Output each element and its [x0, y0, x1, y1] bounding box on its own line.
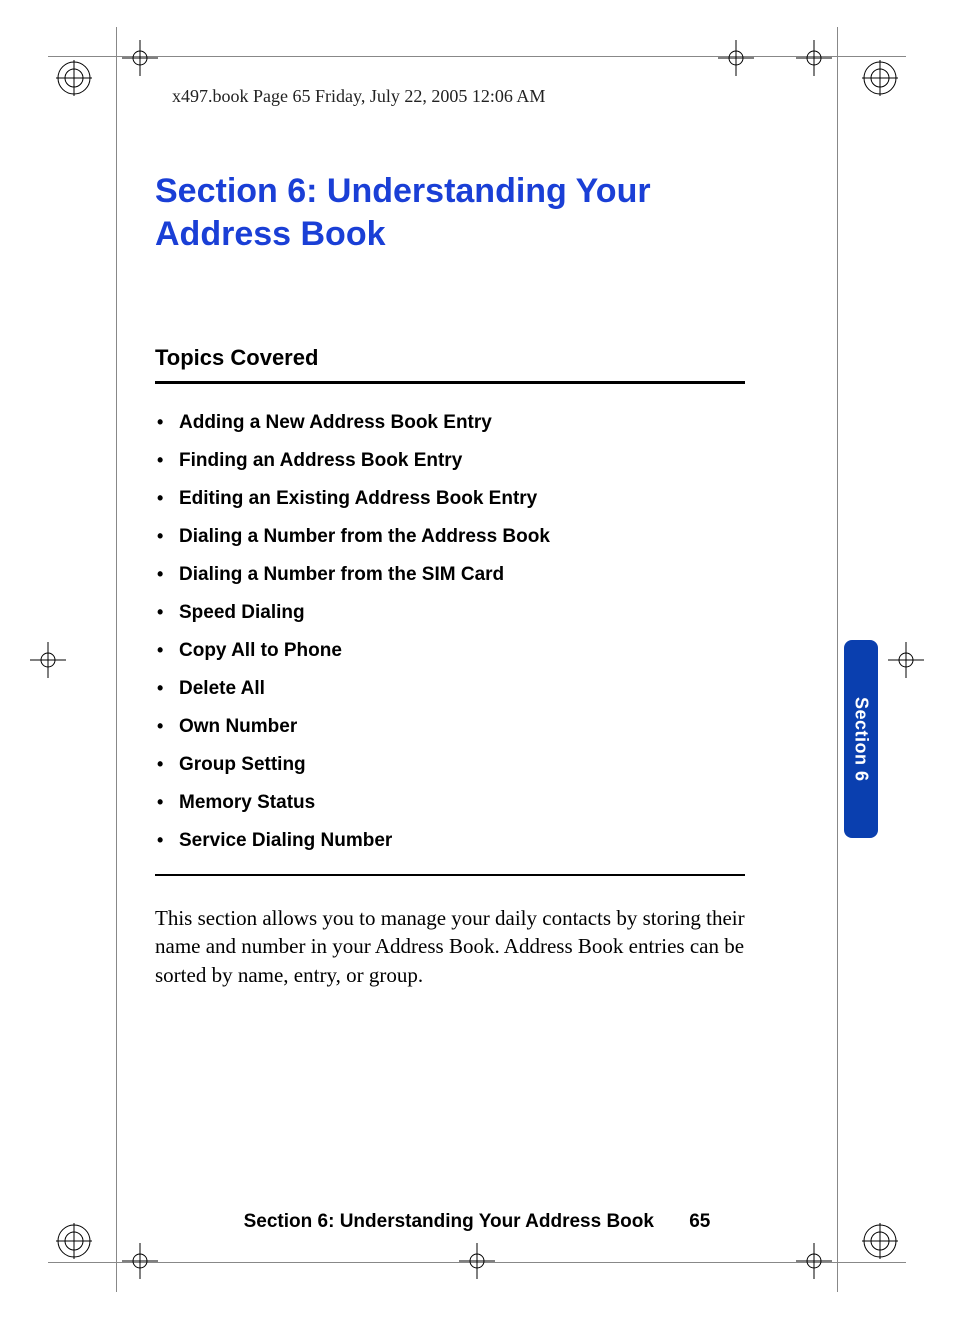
page-header-meta: x497.book Page 65 Friday, July 22, 2005 …	[172, 86, 545, 107]
footer-title: Section 6: Understanding Your Address Bo…	[244, 1211, 654, 1232]
list-item: Group Setting	[179, 754, 745, 776]
registration-mark-icon	[56, 60, 92, 96]
list-item: Dialing a Number from the SIM Card	[179, 564, 745, 586]
crosshair-icon	[459, 1243, 495, 1279]
list-item: Service Dialing Number	[179, 830, 745, 852]
registration-mark-icon	[56, 1223, 92, 1259]
list-item: Speed Dialing	[179, 602, 745, 624]
crosshair-icon	[888, 642, 924, 678]
crosshair-icon	[718, 40, 754, 76]
list-item: Adding a New Address Book Entry	[179, 412, 745, 434]
divider-thin	[155, 874, 745, 876]
section-tab-label: Section 6	[851, 697, 872, 782]
crosshair-icon	[30, 642, 66, 678]
section-tab: Section 6	[844, 640, 878, 838]
list-item: Editing an Existing Address Book Entry	[179, 488, 745, 510]
crosshair-icon	[122, 40, 158, 76]
divider-thick	[155, 381, 745, 384]
body-paragraph: This section allows you to manage your d…	[155, 904, 745, 989]
registration-mark-icon	[862, 60, 898, 96]
list-item: Copy All to Phone	[179, 640, 745, 662]
topics-heading: Topics Covered	[155, 345, 745, 371]
list-item: Delete All	[179, 678, 745, 700]
crosshair-icon	[796, 40, 832, 76]
list-item: Dialing a Number from the Address Book	[179, 526, 745, 548]
registration-mark-icon	[862, 1223, 898, 1259]
list-item: Own Number	[179, 716, 745, 738]
crosshair-icon	[122, 1243, 158, 1279]
list-item: Memory Status	[179, 792, 745, 814]
page-footer: Section 6: Understanding Your Address Bo…	[0, 1211, 954, 1233]
page-content: Section 6: Understanding Your Address Bo…	[155, 170, 745, 989]
topics-list: Adding a New Address Book Entry Finding …	[155, 412, 745, 852]
list-item: Finding an Address Book Entry	[179, 450, 745, 472]
crosshair-icon	[796, 1243, 832, 1279]
section-title: Section 6: Understanding Your Address Bo…	[155, 170, 745, 255]
page-number: 65	[689, 1211, 710, 1232]
